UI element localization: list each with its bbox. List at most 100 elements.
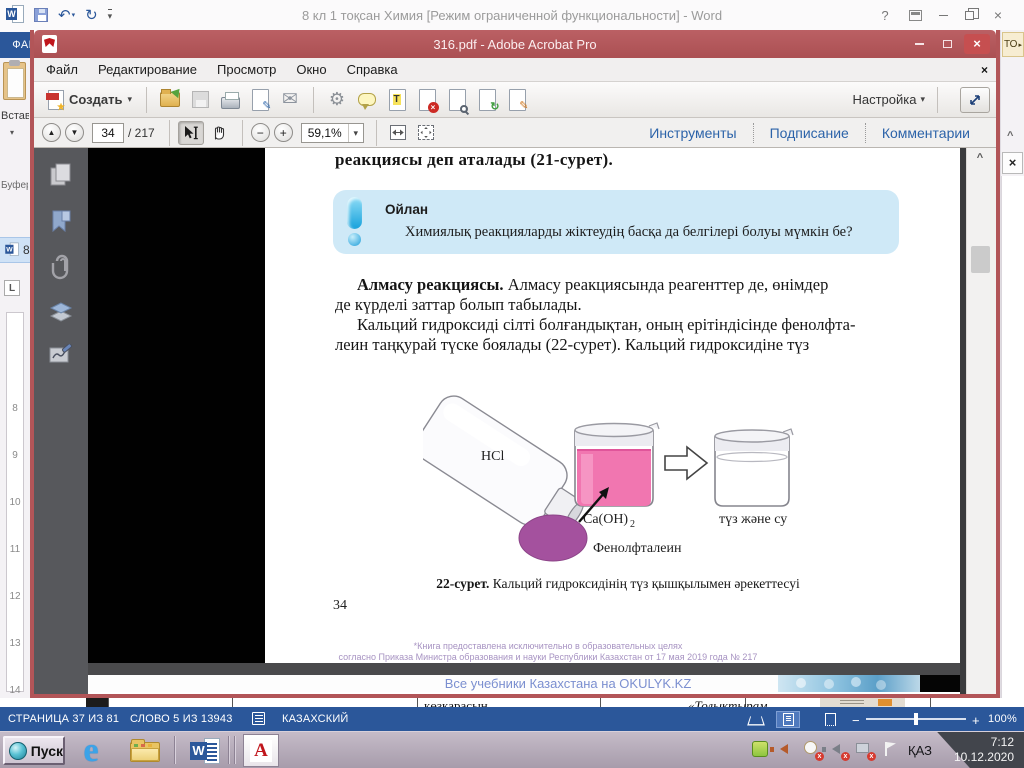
preferences-button[interactable]: ⚙	[322, 86, 352, 114]
word-left-edge: Вставить ▾ Буфер обмена W 8 L 8 9 10 11 …	[0, 58, 30, 698]
select-tool-button[interactable]	[177, 120, 204, 145]
acrobat-close-button[interactable]: ×	[964, 34, 990, 54]
document-recovery-item[interactable]: W 8	[0, 237, 30, 263]
file-explorer-button[interactable]	[126, 735, 164, 766]
word-restore-button[interactable]	[956, 0, 982, 30]
word-ribbon-options-button[interactable]	[902, 0, 928, 30]
tray-clock[interactable]: 7:12 10.12.2020	[954, 735, 1014, 765]
customize-qat-icon[interactable]: ▾	[107, 8, 113, 22]
proofing-icon[interactable]	[252, 712, 265, 725]
word-pane-close-button[interactable]: ×	[1002, 152, 1023, 174]
acrobat-taskbar-button[interactable]: A	[243, 734, 279, 767]
action-center-flag-icon[interactable]	[882, 741, 899, 758]
highlight-button[interactable]: T	[382, 86, 412, 114]
word-help-button[interactable]: ?	[872, 0, 898, 30]
word-taskbar-button[interactable]: W	[186, 735, 224, 766]
network-disconnected-icon[interactable]: x	[856, 741, 876, 761]
export-button[interactable]: ↻	[472, 86, 502, 114]
taskbar: Пуск e W A x x x ҚАЗ 7:12 10.12.2020	[0, 731, 1024, 768]
previous-page-button[interactable]: ▲	[42, 123, 61, 142]
web-layout-button[interactable]	[818, 711, 842, 728]
pdf-page-number: 34	[333, 598, 347, 613]
zoom-percent[interactable]: 100%	[988, 713, 1017, 725]
save-file-button[interactable]	[185, 86, 215, 114]
save-icon[interactable]	[34, 8, 48, 22]
redo-icon[interactable]: ↻	[85, 8, 98, 23]
fit-width-button[interactable]	[385, 121, 411, 145]
start-button[interactable]: Пуск	[3, 736, 65, 765]
zoom-in-button[interactable]: +	[972, 713, 980, 728]
sync-disabled-icon[interactable]: x	[804, 741, 824, 761]
print-layout-button[interactable]	[776, 711, 800, 728]
menubar-close-icon[interactable]: ×	[981, 63, 988, 77]
tray-app-icon[interactable]	[752, 741, 769, 758]
hand-tool-button[interactable]	[206, 121, 232, 145]
acrobat-titlebar[interactable]: 316.pdf - Adobe Acrobat Pro ×	[34, 30, 996, 58]
error-badge-icon: x	[867, 752, 876, 761]
signatures-icon[interactable]	[48, 344, 74, 366]
fullscreen-toggle-button[interactable]	[960, 86, 990, 113]
acrobat-scrollbar[interactable]: ^	[966, 148, 996, 694]
menu-view[interactable]: Просмотр	[217, 62, 276, 77]
acrobat-restore-button[interactable]	[936, 35, 958, 53]
menu-help[interactable]: Справка	[347, 62, 398, 77]
word-close-button[interactable]: ×	[984, 0, 1012, 30]
undo-icon[interactable]: ↶	[58, 8, 71, 23]
internet-explorer-button[interactable]: e	[72, 733, 110, 767]
undo-dropdown-icon[interactable]: ▾	[72, 11, 76, 19]
print-button[interactable]	[215, 86, 245, 114]
fill-sign-button[interactable]: ✎	[502, 86, 532, 114]
comments-panel-button[interactable]: Комментарии	[866, 125, 986, 141]
paste-dropdown-icon[interactable]: ▾	[10, 128, 14, 137]
page-thumbnails-icon[interactable]	[48, 162, 74, 188]
edit-page-button[interactable]: ✎	[245, 86, 275, 114]
fit-page-button[interactable]	[413, 121, 439, 145]
word-right-tab[interactable]: ТО ▸	[1002, 32, 1024, 57]
zoom-out-button[interactable]: −	[250, 123, 270, 142]
scrollbar-up-icon[interactable]: ^	[967, 152, 993, 164]
create-pdf-button[interactable]: Создать ▾	[42, 87, 138, 113]
menu-window[interactable]: Окно	[296, 62, 326, 77]
paste-icon[interactable]	[3, 60, 26, 100]
language-indicator[interactable]: ҚАЗ	[908, 743, 932, 758]
email-button[interactable]: ✉	[275, 86, 305, 114]
word-minimize-button[interactable]	[930, 0, 956, 30]
page-number-input[interactable]	[92, 122, 124, 143]
next-page-button[interactable]: ▼	[65, 123, 84, 142]
settings-dropdown-icon[interactable]: ▾	[920, 94, 925, 105]
zoom-in-button[interactable]: +	[273, 123, 293, 142]
audio-muted-icon[interactable]: x	[822, 741, 850, 761]
status-page-count[interactable]: СТРАНИЦА 37 ИЗ 81	[8, 713, 119, 725]
delete-pages-button[interactable]: ×	[412, 86, 442, 114]
minimize-icon	[938, 14, 948, 16]
read-mode-icon	[747, 715, 765, 725]
collapse-ribbon-icon[interactable]: ^	[1007, 130, 1013, 142]
open-file-button[interactable]	[155, 86, 185, 114]
zoom-dropdown-icon[interactable]: ▾	[347, 123, 363, 142]
zoom-out-button[interactable]: −	[852, 713, 860, 728]
menu-file[interactable]: Файл	[46, 62, 78, 77]
read-mode-button[interactable]	[744, 711, 768, 728]
volume-mixer-icon[interactable]	[770, 741, 795, 758]
save-icon	[191, 91, 209, 108]
search-document-button[interactable]	[442, 86, 472, 114]
attachments-paperclip-icon[interactable]	[49, 254, 73, 280]
layers-icon[interactable]	[48, 301, 74, 323]
scrollbar-thumb[interactable]	[971, 246, 990, 273]
zoom-slider[interactable]	[866, 713, 966, 725]
tab-selector[interactable]: L	[4, 280, 20, 296]
comment-button[interactable]	[352, 86, 382, 114]
undo-button[interactable]: ↶ ▾	[58, 8, 75, 23]
menu-edit[interactable]: Редактирование	[98, 62, 197, 77]
paste-button-label[interactable]: Вставить	[1, 110, 29, 122]
sign-panel-button[interactable]: Подписание	[754, 125, 865, 141]
status-word-count[interactable]: СЛОВО 5 ИЗ 13943	[130, 713, 233, 725]
tools-panel-button[interactable]: Инструменты	[633, 125, 752, 141]
zoom-level-combobox[interactable]: 59,1% ▾	[300, 122, 364, 143]
acrobat-minimize-button[interactable]	[908, 35, 930, 53]
zoom-slider-thumb[interactable]	[914, 713, 918, 725]
pdf-document-area[interactable]: реакциясы деп аталады (21-сурет). Ойлан …	[88, 148, 996, 694]
bookmarks-icon[interactable]	[49, 209, 73, 233]
settings-label[interactable]: Настройка	[852, 92, 916, 107]
status-language[interactable]: КАЗАХСКИЙ	[282, 713, 349, 725]
